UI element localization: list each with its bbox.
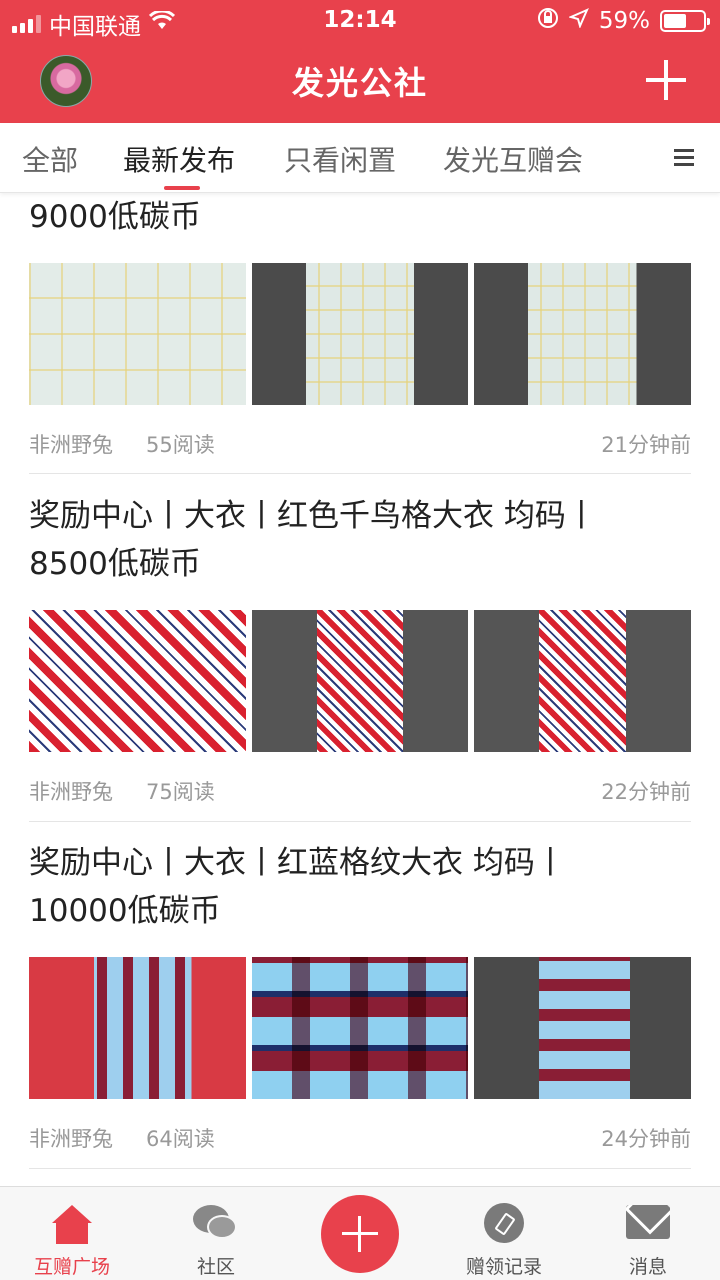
publish-button[interactable] [321, 1195, 399, 1273]
post-image[interactable] [251, 263, 469, 405]
post-title-line: 8500低碳币 [29, 546, 201, 582]
top-bar: 中国联通 12:14 59% 发光公社 [0, 0, 720, 123]
post-read-count: 55阅读 [146, 433, 215, 457]
nav-records[interactable]: 赠领记录 [444, 1187, 564, 1280]
post-title-line: 奖励中心丨大衣丨红蓝格纹大衣 均码丨 [29, 845, 566, 881]
post-title: 9000低碳币 [29, 199, 201, 235]
add-post-button[interactable] [646, 60, 686, 100]
page-title: 发光公社 [291, 64, 428, 102]
nav-label: 赠领记录 [465, 1256, 542, 1278]
tab-latest[interactable]: 最新发布 [123, 139, 235, 179]
nav-label: 消息 [628, 1256, 667, 1278]
tab-all[interactable]: 全部 [22, 139, 78, 179]
menu-icon[interactable] [674, 149, 694, 167]
post-card[interactable]: 奖励中心丨大衣丨红蓝格纹大衣 均码丨 10000低碳币 非洲野兔 64阅读 24… [29, 839, 692, 1159]
compass-icon [484, 1203, 524, 1243]
nav-label: 社区 [196, 1256, 235, 1278]
battery-fill [664, 14, 686, 28]
mail-icon [626, 1205, 670, 1239]
post-title-line: 10000低碳币 [29, 893, 221, 929]
post-time: 24分钟前 [601, 1127, 691, 1151]
rotation-lock-icon [537, 7, 559, 35]
post-image[interactable] [251, 957, 469, 1099]
tab-gift-exchange[interactable]: 发光互赠会 [443, 139, 583, 179]
post-image[interactable] [474, 610, 692, 752]
post-image[interactable] [251, 610, 469, 752]
post-feed[interactable]: 9000低碳币 非洲野兔 55阅读 21分钟前 奖励中心丨大衣丨红色千鸟格大衣 … [0, 193, 720, 1186]
nav-community[interactable]: 社区 [156, 1187, 276, 1280]
divider [29, 821, 691, 822]
category-tabs: 全部 最新发布 只看闲置 发光互赠会 [0, 123, 720, 193]
nav-messages[interactable]: 消息 [588, 1187, 708, 1280]
post-image[interactable] [474, 263, 692, 405]
battery-icon [660, 10, 710, 32]
post-author[interactable]: 非洲野兔 [29, 1123, 113, 1153]
nav-gift-square[interactable]: 互赠广场 [12, 1187, 132, 1280]
active-tab-indicator [164, 186, 200, 190]
post-image[interactable] [29, 263, 246, 405]
post-author[interactable]: 非洲野兔 [29, 429, 113, 459]
status-bar: 中国联通 12:14 59% [0, 0, 720, 40]
post-read-count: 75阅读 [146, 780, 215, 804]
home-icon [52, 1205, 92, 1245]
post-image[interactable] [29, 610, 246, 752]
post-card[interactable]: 奖励中心丨大衣丨红色千鸟格大衣 均码丨 8500低碳币 非洲野兔 75阅读 22… [29, 492, 692, 812]
divider [29, 1168, 691, 1169]
nav-label: 互赠广场 [33, 1256, 110, 1278]
post-image[interactable] [474, 957, 692, 1099]
bottom-nav: 互赠广场 社区 赠领记录 消息 [0, 1186, 720, 1280]
tab-idle-only[interactable]: 只看闲置 [284, 139, 396, 179]
divider [29, 473, 691, 474]
post-author[interactable]: 非洲野兔 [29, 776, 113, 806]
post-time: 21分钟前 [601, 433, 691, 457]
location-icon [567, 8, 589, 34]
post-read-count: 64阅读 [146, 1127, 215, 1151]
chat-bubbles-icon [193, 1205, 239, 1243]
post-card[interactable]: 9000低碳币 非洲野兔 55阅读 21分钟前 [29, 193, 692, 465]
battery-percent: 59% [598, 8, 650, 34]
post-title-line: 奖励中心丨大衣丨红色千鸟格大衣 均码丨 [29, 498, 597, 534]
post-time: 22分钟前 [601, 780, 691, 804]
post-image[interactable] [29, 957, 246, 1099]
